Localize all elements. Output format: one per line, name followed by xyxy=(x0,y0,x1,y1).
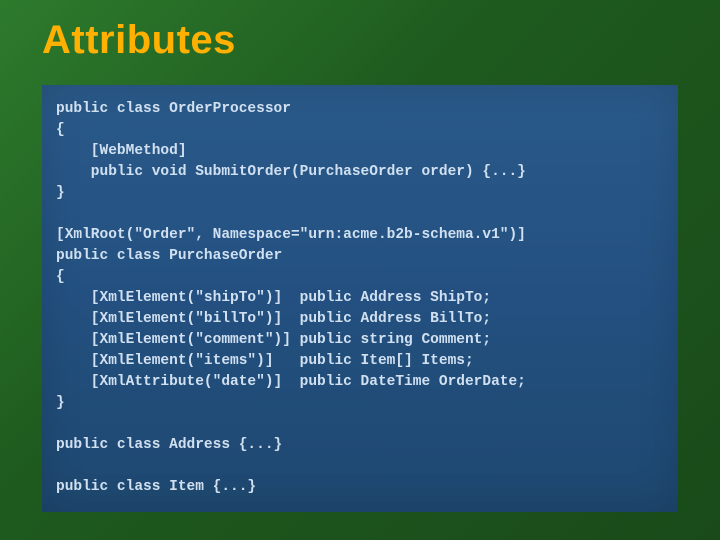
slide-title: Attributes xyxy=(42,18,678,63)
code-block: public class OrderProcessor { [WebMethod… xyxy=(42,85,678,512)
